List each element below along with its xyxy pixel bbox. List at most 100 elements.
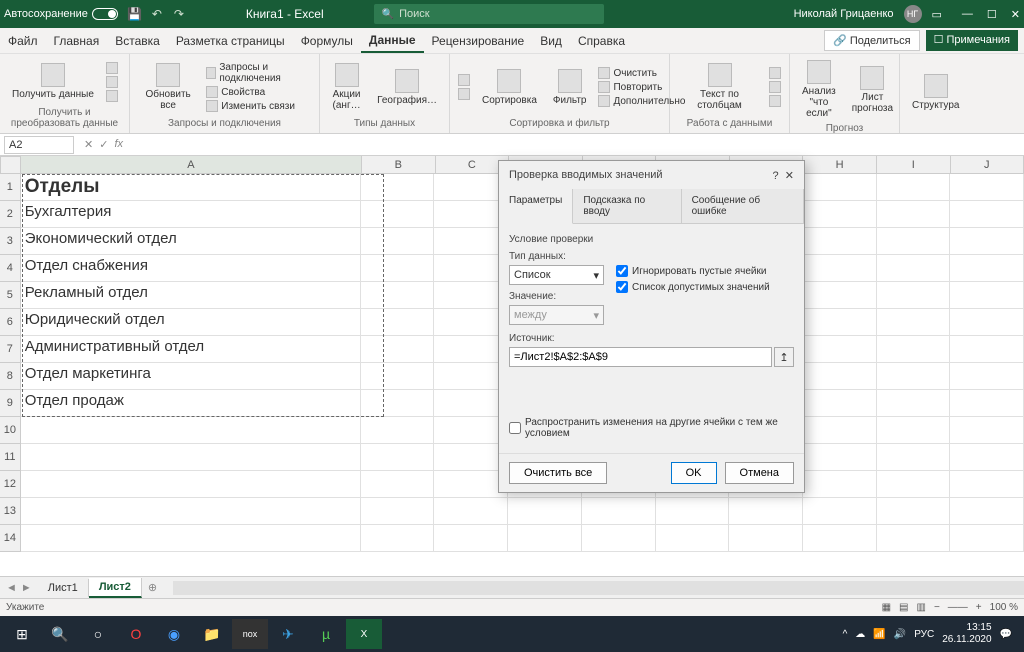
search-box[interactable]: Поиск <box>374 4 604 24</box>
remove-dupes-icon[interactable] <box>769 81 781 93</box>
name-box[interactable]: A2 <box>4 136 74 154</box>
view-layout-icon[interactable]: ▤ <box>899 602 908 613</box>
whatif-button[interactable]: Анализ "что если" <box>798 58 840 121</box>
row-header[interactable]: 8 <box>0 363 21 390</box>
cell-A5[interactable]: Рекламный отдел <box>21 282 361 309</box>
text-to-columns-button[interactable]: Текст по столбцам <box>678 61 761 113</box>
redo-icon[interactable]: ↷ <box>172 7 186 21</box>
notifications-icon[interactable]: 💬 <box>1000 629 1012 640</box>
in-cell-dropdown-checkbox[interactable]: Список допустимых значений <box>616 281 770 293</box>
queries-connections[interactable]: Запросы и подключения <box>206 62 311 84</box>
save-icon[interactable]: 💾 <box>128 7 142 21</box>
properties[interactable]: Свойства <box>206 86 311 98</box>
cell-A1[interactable]: Отделы <box>21 174 361 201</box>
row-header[interactable]: 7 <box>0 336 21 363</box>
tab-formulas[interactable]: Формулы <box>293 28 361 53</box>
row-header[interactable]: 4 <box>0 255 21 282</box>
select-all[interactable] <box>0 156 21 174</box>
ok-button[interactable]: OK <box>671 462 717 484</box>
row-header[interactable]: 11 <box>0 444 21 471</box>
col-header-J[interactable]: J <box>951 156 1024 174</box>
undo-icon[interactable]: ↶ <box>150 7 164 21</box>
source-input[interactable] <box>509 347 772 367</box>
edit-links[interactable]: Изменить связи <box>206 100 311 112</box>
comments-button[interactable]: ☐ Примечания <box>926 30 1018 51</box>
confirm-edit-icon[interactable]: ✓ <box>99 138 108 151</box>
sheet-tab-2[interactable]: Лист2 <box>89 578 142 598</box>
tab-file[interactable]: Файл <box>0 28 46 53</box>
structure-button[interactable]: Структура <box>908 72 963 113</box>
from-web-icon[interactable] <box>106 76 118 88</box>
user-name[interactable]: Николай Грицаенко <box>794 8 894 20</box>
geography-button[interactable]: География… <box>373 67 441 108</box>
cell-A9[interactable]: Отдел продаж <box>21 390 361 417</box>
refresh-all-button[interactable]: Обновить все <box>138 61 198 113</box>
zoom-level[interactable]: 100 % <box>990 602 1018 613</box>
onedrive-icon[interactable]: ☁ <box>855 629 865 640</box>
lang-indicator[interactable]: РУС <box>914 629 934 640</box>
tab-view[interactable]: Вид <box>532 28 570 53</box>
sort-za-icon[interactable] <box>458 88 470 100</box>
flash-fill-icon[interactable] <box>769 67 781 79</box>
opera-icon[interactable]: O <box>118 619 154 649</box>
row-header[interactable]: 14 <box>0 525 21 552</box>
clear-all-button[interactable]: Очистить все <box>509 462 607 484</box>
col-header-H[interactable]: H <box>803 156 877 174</box>
clock[interactable]: 13:15 26.11.2020 <box>942 622 991 646</box>
col-header-B[interactable]: B <box>362 156 436 174</box>
explorer-icon[interactable]: 📁 <box>194 619 230 649</box>
telegram-icon[interactable]: ✈ <box>270 619 306 649</box>
row-header[interactable]: 3 <box>0 228 21 255</box>
utorrent-icon[interactable]: µ <box>308 619 344 649</box>
ignore-blank-checkbox[interactable]: Игнорировать пустые ячейки <box>616 265 770 277</box>
row-header[interactable]: 9 <box>0 390 21 417</box>
tab-review[interactable]: Рецензирование <box>424 28 533 53</box>
volume-icon[interactable]: 🔊 <box>894 629 906 640</box>
wifi-icon[interactable]: 📶 <box>873 629 885 640</box>
cell-A7[interactable]: Административный отдел <box>21 336 361 363</box>
prev-sheet-icon[interactable]: ◄ <box>6 582 17 594</box>
from-text-icon[interactable] <box>106 62 118 74</box>
zoom-out-icon[interactable]: − <box>934 602 940 613</box>
ribbon-display-icon[interactable]: ▭ <box>932 8 942 21</box>
dialog-close-icon[interactable]: ✕ <box>785 170 794 182</box>
filter-button[interactable]: Фильтр <box>549 67 591 108</box>
nox-icon[interactable]: nox <box>232 619 268 649</box>
fx-icon[interactable]: fx <box>114 138 123 151</box>
minimize-icon[interactable]: — <box>962 8 973 21</box>
col-header-A[interactable]: A <box>21 156 362 174</box>
row-header[interactable]: 10 <box>0 417 21 444</box>
row-header[interactable]: 2 <box>0 201 21 228</box>
tab-home[interactable]: Главная <box>46 28 108 53</box>
cell-A3[interactable]: Экономический отдел <box>21 228 361 255</box>
excel-taskbar-icon[interactable]: X <box>346 619 382 649</box>
dialog-tab-params[interactable]: Параметры <box>499 189 573 224</box>
sort-button[interactable]: Сортировка <box>478 67 541 108</box>
zoom-in-icon[interactable]: + <box>976 602 982 613</box>
data-validation-icon[interactable] <box>769 95 781 107</box>
type-select[interactable]: Список▾ <box>509 265 604 285</box>
tab-data[interactable]: Данные <box>361 28 424 53</box>
row-header[interactable]: 1 <box>0 174 21 201</box>
edge-icon[interactable]: ◉ <box>156 619 192 649</box>
stocks-button[interactable]: Акции (анг… <box>328 61 365 113</box>
row-header[interactable]: 13 <box>0 498 21 525</box>
sheet-tab-1[interactable]: Лист1 <box>38 579 89 597</box>
search-taskbar-icon[interactable]: 🔍 <box>42 619 78 649</box>
autosave-toggle[interactable]: Автосохранение <box>4 8 118 20</box>
col-header-I[interactable]: I <box>877 156 951 174</box>
row-header[interactable]: 5 <box>0 282 21 309</box>
tray-up-icon[interactable]: ^ <box>843 629 848 640</box>
cell-A8[interactable]: Отдел маркетинга <box>21 363 361 390</box>
cell-A2[interactable]: Бухгалтерия <box>21 201 361 228</box>
sort-az-icon[interactable] <box>458 74 470 86</box>
dialog-tab-error[interactable]: Сообщение об ошибке <box>682 189 804 223</box>
close-icon[interactable]: ✕ <box>1011 8 1020 21</box>
cell-A6[interactable]: Юридический отдел <box>21 309 361 336</box>
maximize-icon[interactable]: ☐ <box>987 8 997 21</box>
get-data-button[interactable]: Получить данные <box>8 61 98 102</box>
add-sheet-icon[interactable]: ⊕ <box>142 581 163 594</box>
cell-A4[interactable]: Отдел снабжения <box>21 255 361 282</box>
range-picker-icon[interactable]: ↥ <box>774 347 794 367</box>
view-normal-icon[interactable]: ▦ <box>882 602 891 613</box>
